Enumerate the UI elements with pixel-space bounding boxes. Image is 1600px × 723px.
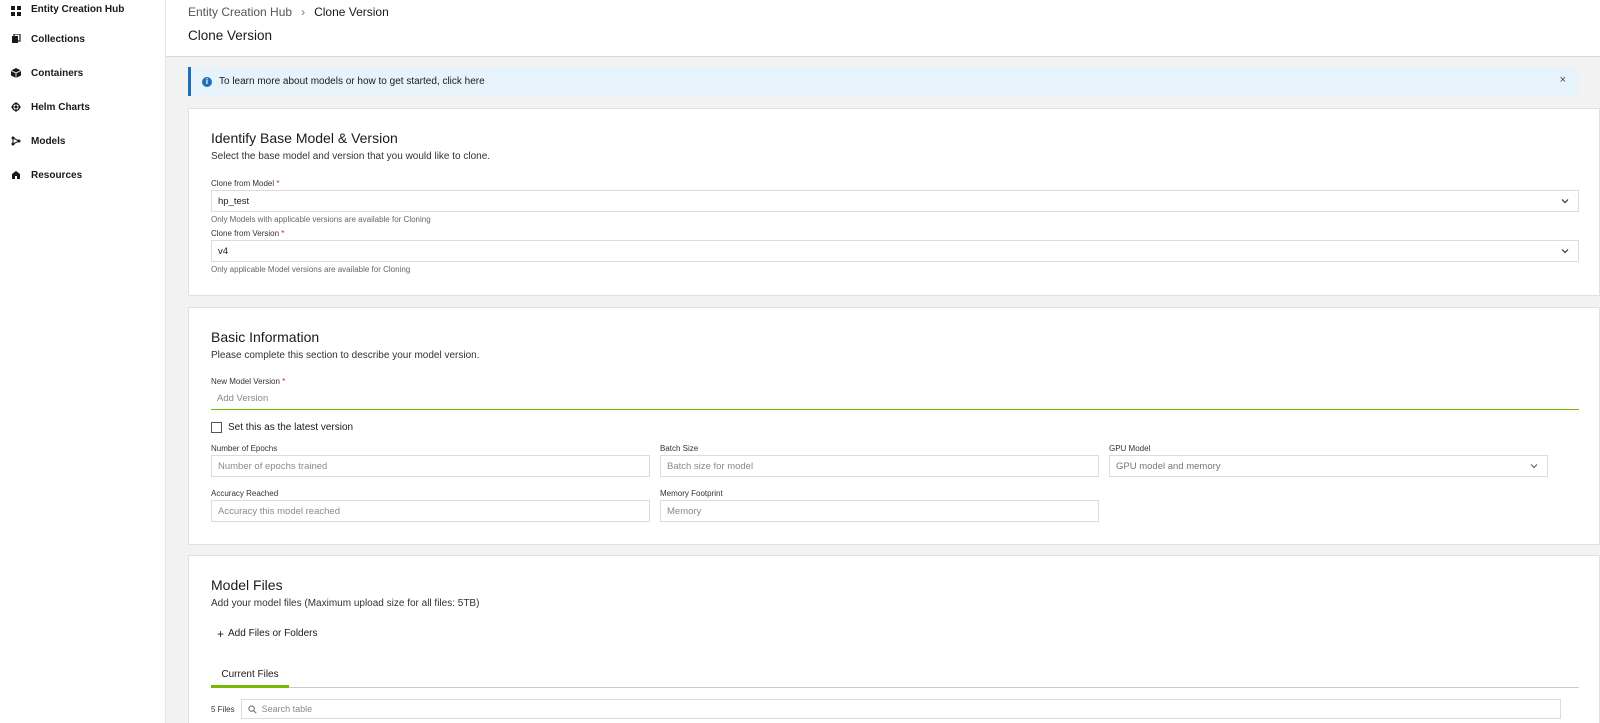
new-model-version-label: New Model Version * <box>211 377 286 386</box>
sidebar-item-label: Collections <box>31 33 85 45</box>
clone-model-value: hp_test <box>218 195 250 207</box>
resources-icon <box>9 168 23 182</box>
gpu-model-label: GPU Model <box>1109 444 1151 453</box>
info-banner: i To learn more about models or how to g… <box>188 67 1578 96</box>
plus-icon: + <box>217 626 225 641</box>
section-title: Basic Information <box>211 329 320 345</box>
sidebar-item-entity-creation-hub[interactable]: Entity Creation Hub <box>0 0 165 22</box>
section-title: Identify Base Model & Version <box>211 130 398 146</box>
model-files-section: Model Files Add your model files (Maximu… <box>188 555 1600 723</box>
sidebar-item-label: Containers <box>31 67 84 79</box>
page-header: Entity Creation Hub › Clone Version Clon… <box>166 0 1600 57</box>
sidebar-item-collections[interactable]: Collections <box>0 22 165 56</box>
chevron-right-icon: › <box>301 5 306 19</box>
section-description: Add your model files (Maximum upload siz… <box>211 598 480 609</box>
collections-icon <box>9 32 23 46</box>
sidebar-item-label: Helm Charts <box>31 101 90 113</box>
sidebar-item-resources[interactable]: Resources <box>0 158 165 192</box>
chevron-down-icon <box>1561 249 1569 254</box>
new-model-version-input[interactable] <box>211 388 1579 410</box>
breadcrumb-link-entity-creation-hub[interactable]: Entity Creation Hub <box>188 5 292 19</box>
batch-size-input[interactable] <box>660 455 1099 477</box>
accuracy-input[interactable] <box>211 500 650 522</box>
epochs-label: Number of Epochs <box>211 444 278 453</box>
latest-version-checkbox[interactable] <box>211 422 222 433</box>
breadcrumb: Entity Creation Hub › Clone Version <box>188 5 389 19</box>
sidebar-item-label: Resources <box>31 169 83 181</box>
container-cube-icon <box>9 66 23 80</box>
clone-model-helper: Only Models with applicable versions are… <box>211 215 431 224</box>
sidebar-item-containers[interactable]: Containers <box>0 56 165 90</box>
memory-footprint-label: Memory Footprint <box>660 489 723 498</box>
gpu-model-select[interactable]: GPU model and memory <box>1109 455 1548 477</box>
add-files-button[interactable]: + Add Files or Folders <box>217 626 318 641</box>
clone-version-helper: Only applicable Model versions are avail… <box>211 265 411 274</box>
breadcrumb-current: Clone Version <box>314 5 389 19</box>
info-icon: i <box>202 76 212 87</box>
close-icon[interactable]: × <box>1560 75 1566 86</box>
sidebar: Entity Creation Hub Collections Containe… <box>0 0 166 723</box>
section-title: Model Files <box>211 577 283 593</box>
main-content: i To learn more about models or how to g… <box>166 57 1600 723</box>
latest-version-checkbox-row[interactable]: Set this as the latest version <box>211 422 353 433</box>
files-tabs: Current Files <box>211 666 1579 688</box>
model-network-icon <box>9 134 23 148</box>
section-description: Select the base model and version that y… <box>211 151 491 162</box>
gpu-model-placeholder: GPU model and memory <box>1116 460 1221 472</box>
batch-size-label: Batch Size <box>660 444 699 453</box>
add-files-label: Add Files or Folders <box>228 628 318 639</box>
sidebar-item-label: Entity Creation Hub <box>31 4 125 15</box>
accuracy-label: Accuracy Reached <box>211 489 279 498</box>
grid-icon <box>9 4 23 18</box>
latest-version-checkbox-label: Set this as the latest version <box>228 422 354 433</box>
sidebar-item-label: Models <box>31 135 66 147</box>
clone-model-select[interactable]: hp_test <box>211 190 1579 212</box>
base-model-section: Identify Base Model & Version Select the… <box>188 108 1600 296</box>
page-title: Clone Version <box>188 28 273 43</box>
search-icon <box>247 704 257 714</box>
info-banner-text[interactable]: To learn more about models or how to get… <box>219 76 485 87</box>
clone-version-select[interactable]: v4 <box>211 240 1579 262</box>
files-count: 5 Files <box>211 704 235 714</box>
clone-model-label: Clone from Model * <box>211 179 280 188</box>
sidebar-item-models[interactable]: Models <box>0 124 165 158</box>
tab-current-files[interactable]: Current Files <box>211 666 289 688</box>
search-placeholder: Search table <box>261 704 313 714</box>
chevron-down-icon <box>1530 464 1538 469</box>
section-description: Please complete this section to describe… <box>211 350 480 361</box>
basic-information-section: Basic Information Please complete this s… <box>188 307 1600 545</box>
search-table-input[interactable]: Search table <box>240 699 1561 719</box>
memory-footprint-input[interactable] <box>660 500 1099 522</box>
helm-wheel-icon <box>9 100 23 114</box>
chevron-down-icon <box>1561 199 1569 204</box>
files-toolbar: 5 Files Search table <box>211 699 1561 719</box>
clone-version-value: v4 <box>218 245 229 257</box>
clone-version-label: Clone from Version * <box>211 229 285 238</box>
sidebar-item-helm-charts[interactable]: Helm Charts <box>0 90 165 124</box>
epochs-input[interactable] <box>211 455 650 477</box>
